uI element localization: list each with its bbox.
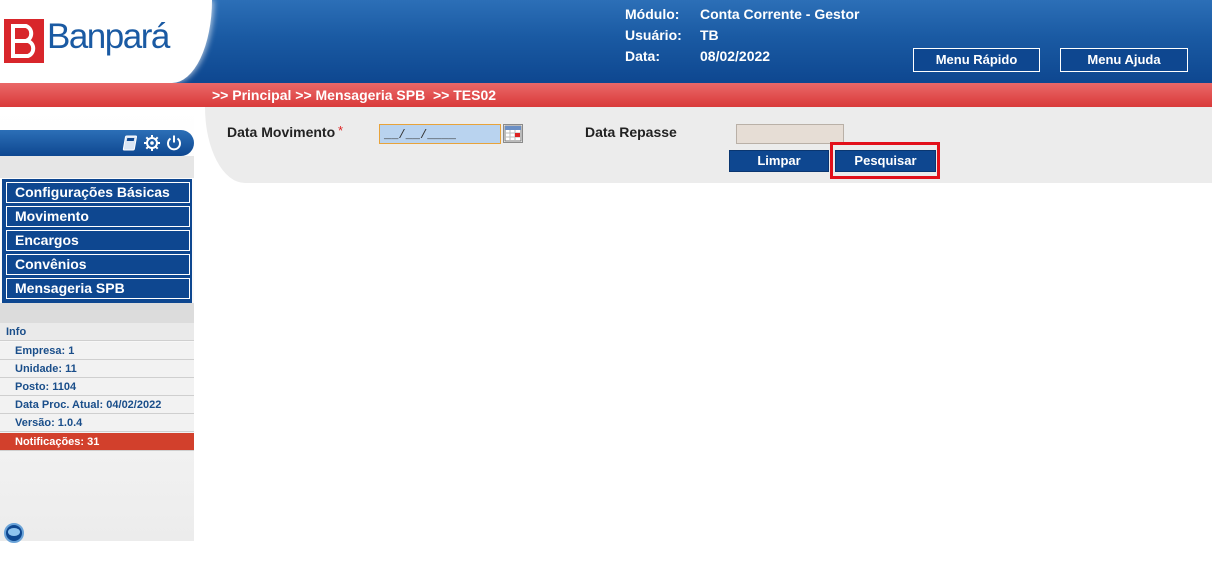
sidebar-spacer	[0, 156, 194, 178]
data-label: Data:	[625, 48, 661, 64]
modulo-label: Módulo:	[625, 6, 680, 22]
calendar-icon[interactable]	[503, 124, 523, 143]
data-repasse-label: Data Repasse	[585, 124, 677, 140]
power-icon[interactable]	[165, 134, 183, 152]
data-repasse-input[interactable]	[736, 124, 844, 144]
menu-item-convenios[interactable]: Convênios	[6, 254, 190, 275]
info-versao: Versão: 1.0.4	[0, 414, 194, 432]
pesquisar-highlight	[830, 142, 940, 179]
breadcrumb[interactable]: >> Principal >> Mensageria SPB >> TES02	[212, 87, 496, 103]
filter-panel	[205, 107, 1212, 183]
sidebar-menu: Configurações Básicas Movimento Encargos…	[2, 179, 192, 303]
brand-name: Banpará	[47, 17, 170, 56]
logo-area: Banpará	[0, 0, 212, 83]
info-data-proc: Data Proc. Atual: 04/02/2022	[0, 396, 194, 414]
menu-item-movimento[interactable]: Movimento	[6, 206, 190, 227]
usuario-label: Usuário:	[625, 27, 682, 43]
breadcrumb-bar: >> Principal >> Mensageria SPB >> TES02	[0, 83, 1212, 107]
sidebar-divider	[0, 303, 194, 323]
required-mark: *	[338, 123, 344, 138]
menu-item-encargos[interactable]: Encargos	[6, 230, 190, 251]
info-posto: Posto: 1104	[0, 378, 194, 396]
info-title: Info	[0, 323, 194, 341]
info-unidade: Unidade: 11	[0, 360, 194, 378]
menu-item-configuracoes-basicas[interactable]: Configurações Básicas	[6, 182, 190, 203]
menu-item-mensageria-spb[interactable]: Mensageria SPB	[6, 278, 190, 299]
notifications-link[interactable]: Notificações: 31	[0, 433, 194, 451]
info-empresa: Empresa: 1	[0, 342, 194, 360]
menu-rapido-button[interactable]: Menu Rápido	[913, 48, 1040, 72]
globe-icon[interactable]	[3, 522, 25, 544]
calculator-icon[interactable]	[122, 134, 140, 152]
data-movimento-input[interactable]: __/__/____	[379, 124, 501, 144]
modulo-value: Conta Corrente - Gestor	[700, 6, 860, 22]
data-movimento-label: Data Movimento	[227, 124, 336, 140]
usuario-value: TB	[700, 27, 719, 43]
banpara-logo-icon	[4, 19, 44, 63]
menu-ajuda-button[interactable]: Menu Ajuda	[1060, 48, 1188, 72]
data-value: 08/02/2022	[700, 48, 771, 64]
settings-icon[interactable]	[143, 134, 161, 152]
app-header: Banpará Módulo: Conta Corrente - Gestor …	[0, 0, 1212, 83]
limpar-button[interactable]: Limpar	[729, 150, 829, 172]
